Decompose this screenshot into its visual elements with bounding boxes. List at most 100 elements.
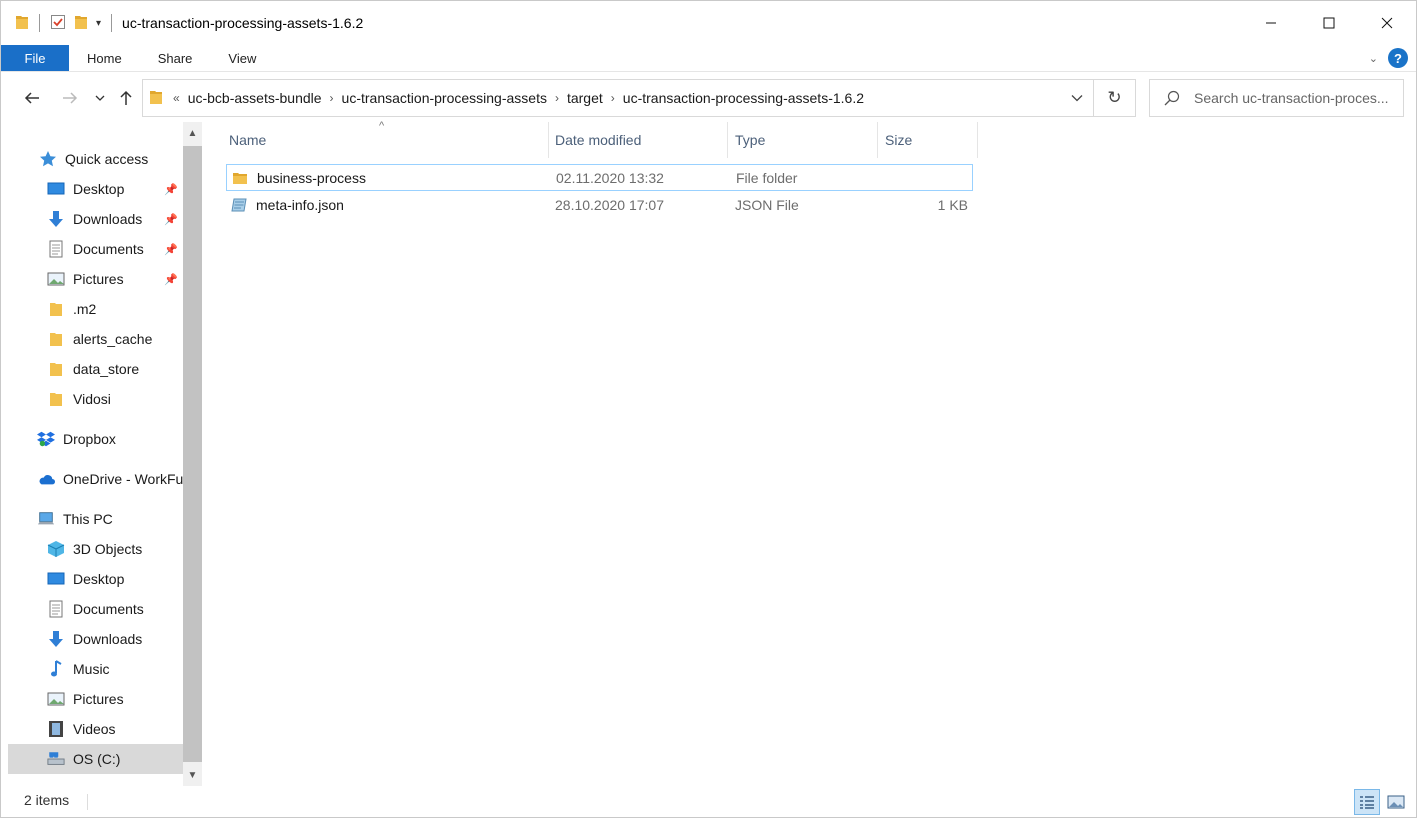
sidebar-item-label: Downloads (73, 211, 143, 227)
sidebar-item-this-pc[interactable]: This PC (8, 504, 184, 534)
column-header-name[interactable]: Name (221, 122, 549, 158)
customize-toolbar-chevron-icon[interactable]: ▾ (96, 18, 101, 29)
sidebar-item-label: Desktop (73, 181, 125, 197)
sidebar-item-data-store[interactable]: data_store (8, 354, 184, 384)
sidebar-item-videos[interactable]: Videos (8, 714, 184, 744)
sidebar-item-label: Pictures (73, 691, 124, 707)
file-date: 28.10.2020 17:07 (555, 196, 664, 213)
large-icons-view-icon (1387, 795, 1405, 809)
sidebar-item-pc-downloads[interactable]: Downloads (8, 624, 184, 654)
address-history-dropdown[interactable] (1071, 89, 1083, 105)
up-button[interactable] (115, 78, 137, 118)
pin-icon[interactable]: 📌 (164, 183, 178, 196)
sidebar-item-pc-desktop[interactable]: Desktop (8, 564, 184, 594)
download-arrow-icon (47, 630, 65, 648)
recent-locations-button[interactable] (91, 78, 109, 118)
folder-icon (47, 330, 65, 348)
status-divider (87, 794, 88, 810)
search-box[interactable]: Search uc-transaction-proces... (1149, 79, 1404, 117)
computer-icon (37, 510, 55, 528)
details-view-button[interactable] (1354, 789, 1380, 815)
large-icons-view-button[interactable] (1383, 789, 1409, 815)
column-header-date-modified[interactable]: Date modified (547, 122, 728, 158)
sidebar-item-music[interactable]: Music (8, 654, 184, 684)
sidebar-item-label: Vidosi (73, 391, 111, 407)
minimize-button[interactable] (1242, 1, 1300, 45)
help-button[interactable]: ? (1388, 48, 1408, 68)
sidebar-scrollbar[interactable]: ▲ ▼ (183, 122, 202, 786)
folder-icon (232, 165, 248, 190)
sidebar-item-label: Music (73, 661, 110, 677)
sidebar-item-os-c[interactable]: OS (C:) (8, 744, 183, 774)
scroll-up-icon[interactable]: ▲ (183, 122, 202, 144)
address-bar[interactable]: « uc-bcb-assets-bundle › uc-transaction-… (142, 79, 1094, 117)
breadcrumb-target[interactable]: target (559, 90, 611, 106)
sidebar-item-pc-pictures[interactable]: Pictures (8, 684, 184, 714)
film-icon (47, 720, 65, 738)
breadcrumb-uc-transaction-processing-assets[interactable]: uc-transaction-processing-assets (334, 90, 555, 106)
sidebar-item-onedrive[interactable]: OneDrive - WorkFu (8, 464, 184, 494)
cloud-icon (37, 470, 55, 488)
scrollbar-thumb[interactable] (183, 146, 202, 762)
sidebar-item-pictures[interactable]: Pictures 📌 (8, 264, 184, 294)
back-button[interactable] (19, 78, 45, 118)
music-note-icon (47, 660, 65, 678)
column-header-size[interactable]: Size (877, 122, 978, 158)
close-button[interactable] (1358, 1, 1416, 45)
sidebar-item-pc-documents[interactable]: Documents (8, 594, 184, 624)
maximize-button[interactable] (1300, 1, 1358, 45)
sidebar-item-alerts-cache[interactable]: alerts_cache (8, 324, 184, 354)
breadcrumb-current-folder[interactable]: uc-transaction-processing-assets-1.6.2 (615, 90, 872, 106)
sidebar-item-label: alerts_cache (73, 331, 153, 347)
table-row[interactable]: business-process 02.11.2020 13:32 File f… (226, 164, 973, 191)
close-icon (1381, 17, 1393, 29)
sidebar-item-label: Documents (73, 601, 144, 617)
overflow-chevron-icon[interactable]: « (173, 91, 180, 105)
sidebar-item-quick-access[interactable]: Quick access (8, 144, 184, 174)
sidebar-item-dropbox[interactable]: Dropbox (8, 424, 184, 454)
sidebar-item-vidosi[interactable]: Vidosi (8, 384, 184, 414)
pin-icon[interactable]: 📌 (164, 243, 178, 256)
file-explorer-window: ▾ uc-transaction-processing-assets-1.6.2… (0, 0, 1417, 818)
picture-icon (47, 690, 65, 708)
maximize-icon (1323, 17, 1335, 29)
window-title: uc-transaction-processing-assets-1.6.2 (122, 15, 364, 31)
tab-file[interactable]: File (1, 45, 69, 71)
scroll-down-icon[interactable]: ▼ (183, 764, 202, 786)
sidebar-item-m2[interactable]: .m2 (8, 294, 184, 324)
sidebar-item-downloads[interactable]: Downloads 📌 (8, 204, 184, 234)
folder-icon (149, 89, 163, 108)
window-controls (1242, 1, 1416, 45)
sidebar-item-documents[interactable]: Documents 📌 (8, 234, 184, 264)
expand-ribbon-chevron-icon[interactable]: ⌄ (1369, 52, 1378, 65)
sidebar-item-desktop[interactable]: Desktop 📌 (8, 174, 184, 204)
properties-icon[interactable] (50, 14, 66, 33)
new-folder-icon[interactable] (74, 14, 88, 33)
tab-share[interactable]: Share (140, 45, 211, 71)
table-row[interactable]: meta-info.json 28.10.2020 17:07 JSON Fil… (226, 192, 973, 219)
document-icon (47, 600, 65, 618)
up-arrow-icon (120, 90, 132, 105)
column-header-type[interactable]: Type (727, 122, 878, 158)
file-type: JSON File (735, 196, 799, 213)
pin-icon[interactable]: 📌 (164, 273, 178, 286)
refresh-button[interactable]: ↻ (1094, 79, 1136, 117)
folder-icon[interactable] (15, 14, 29, 33)
pin-icon[interactable]: 📌 (164, 213, 178, 226)
file-name: business-process (257, 169, 366, 186)
tab-home[interactable]: Home (69, 45, 140, 71)
sidebar-item-label: Documents (73, 241, 144, 257)
sidebar-item-label: OneDrive - WorkFu (63, 471, 184, 487)
sidebar-item-label: Quick access (65, 151, 149, 167)
tab-view[interactable]: View (210, 45, 274, 71)
dropbox-icon (37, 430, 55, 448)
column-header-label: Size (885, 132, 913, 148)
sidebar-item-label: Desktop (73, 571, 125, 587)
forward-button[interactable] (57, 78, 83, 118)
breadcrumb-uc-bcb-assets-bundle[interactable]: uc-bcb-assets-bundle (180, 90, 330, 106)
status-bar: 2 items (1, 786, 1416, 818)
quick-access-toolbar: ▾ (1, 14, 114, 33)
sidebar-item-3d-objects[interactable]: 3D Objects (8, 534, 184, 564)
toolbar-divider (39, 14, 40, 32)
sidebar-item-label: OS (C:) (73, 751, 121, 767)
